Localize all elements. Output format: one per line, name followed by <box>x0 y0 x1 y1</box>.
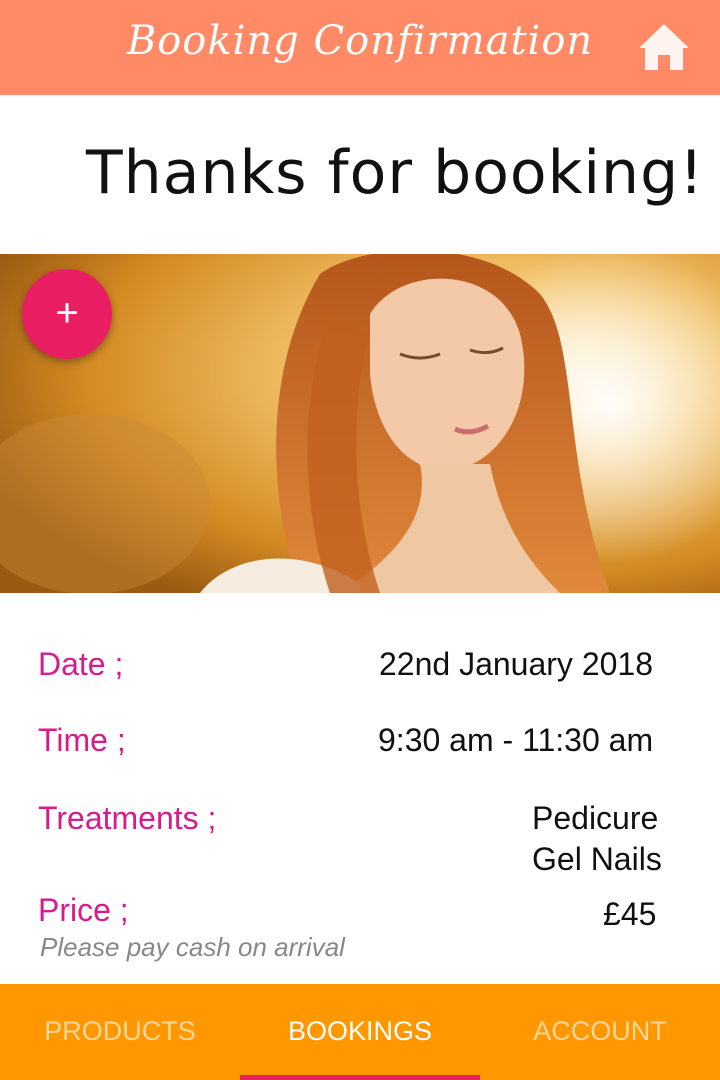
price-label: Price ; <box>38 892 129 928</box>
payment-note: Please pay cash on arrival <box>40 932 345 962</box>
tab-bookings[interactable]: BOOKINGS <box>240 984 480 1080</box>
treatments-label: Treatments ; <box>38 800 217 836</box>
page-title: Booking Confirmation <box>126 18 594 64</box>
thanks-heading: Thanks for booking! <box>86 138 705 208</box>
plus-icon: + <box>55 291 79 335</box>
price-value: £45 <box>603 896 657 932</box>
bottom-nav: PRODUCTS BOOKINGS ACCOUNT <box>0 984 720 1080</box>
add-button[interactable]: + <box>22 269 112 359</box>
date-label: Date ; <box>38 646 124 682</box>
active-tab-indicator <box>240 1075 480 1080</box>
time-label: Time ; <box>38 722 126 758</box>
tab-account[interactable]: ACCOUNT <box>480 984 720 1080</box>
time-value: 9:30 am - 11:30 am <box>378 722 654 758</box>
home-icon[interactable] <box>637 22 691 72</box>
app-header: Booking Confirmation <box>0 0 720 95</box>
tab-products[interactable]: PRODUCTS <box>0 984 240 1080</box>
treatment-item: Pedicure <box>532 800 659 836</box>
date-value: 22nd January 2018 <box>379 646 653 682</box>
treatment-item: Gel Nails <box>532 841 662 877</box>
